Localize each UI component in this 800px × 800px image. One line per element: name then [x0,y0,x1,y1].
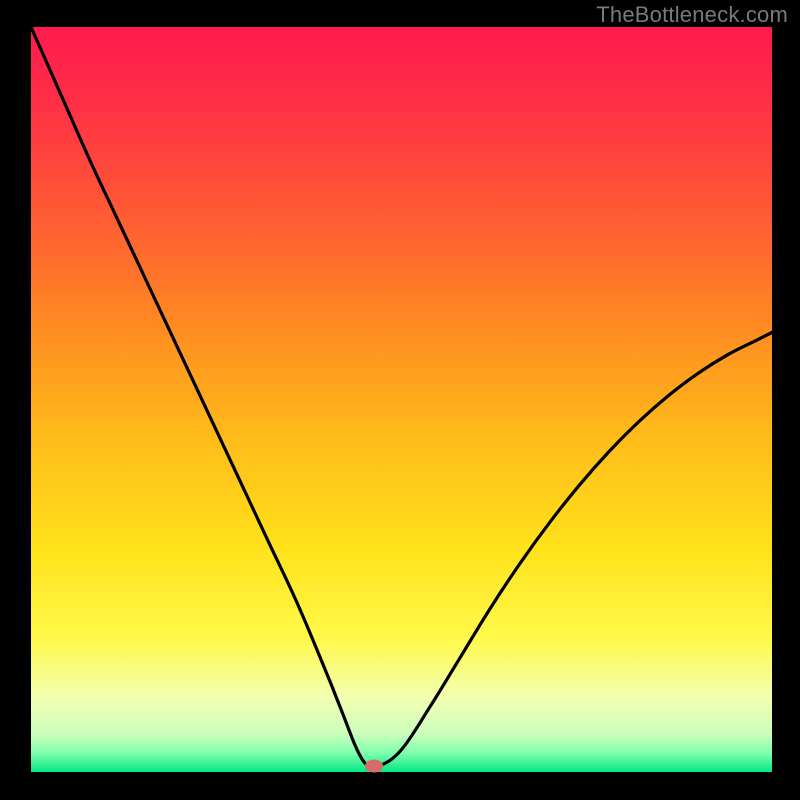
watermark-label: TheBottleneck.com [596,2,788,28]
gradient-background [31,27,772,772]
bottleneck-chart [0,0,800,800]
optimal-point-marker [365,760,383,773]
chart-frame: { "watermark": "TheBottleneck.com", "plo… [0,0,800,800]
